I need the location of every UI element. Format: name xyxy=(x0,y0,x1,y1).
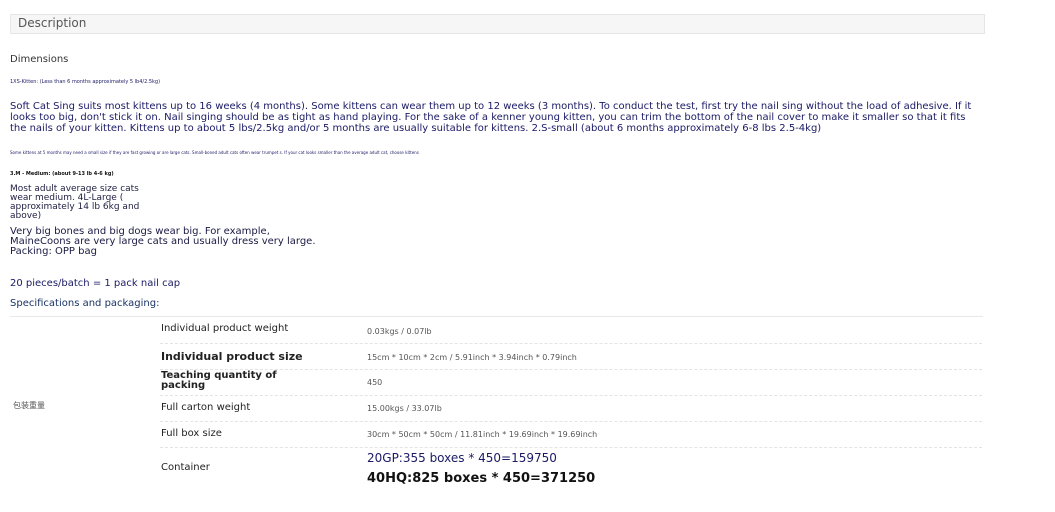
large-size-block: Very big bones and big dogs wear big. Fo… xyxy=(10,227,330,257)
spec-row-carton-weight: Full carton weight 15.00kgs / 33.07lb xyxy=(160,395,982,422)
specs-heading: Specifications and packaging: xyxy=(10,298,160,309)
dimensions-heading: Dimensions xyxy=(10,54,69,65)
spec-row-label: Container xyxy=(161,462,210,473)
kitten-size-note: 1XS-Kitten: (Less than 6 months approxim… xyxy=(10,79,161,85)
description-tab-label: Description xyxy=(18,16,87,30)
description-tab[interactable]: Description xyxy=(10,14,985,34)
packing-text: Packing: OPP bag xyxy=(10,246,97,257)
spec-row-label: Individual product weight xyxy=(161,323,289,334)
spec-row-value: 15.00kgs / 33.07lb xyxy=(367,404,442,413)
spec-row-label: Individual product size xyxy=(161,350,303,363)
spec-row-value: 0.03kgs / 0.07lb xyxy=(367,327,432,336)
spec-row-value: 15cm * 10cm * 2cm / 5.91inch * 3.94inch … xyxy=(367,353,577,362)
sizing-paragraph: Soft Cat Sing suits most kittens up to 1… xyxy=(10,101,972,134)
spec-row-box-size: Full box size 30cm * 50cm * 50cm / 11.81… xyxy=(160,421,982,448)
spec-row-label: Full carton weight xyxy=(161,402,251,413)
spec-row-size: Individual product size 15cm * 10cm * 2c… xyxy=(160,343,982,370)
batch-text: 20 pieces/batch = 1 pack nail cap xyxy=(10,278,181,289)
spec-row-label: Teaching quantity of packing xyxy=(161,370,277,391)
spec-row-value: 450 xyxy=(367,378,383,387)
small-size-note: Some kittens at 5 months may need a smal… xyxy=(10,150,419,155)
spec-row-weight: Individual product weight 0.03kgs / 0.07… xyxy=(160,317,982,344)
spec-row-quantity: Teaching quantity of packing 450 xyxy=(160,369,982,396)
medium-size-heading: 3.M - Medium: (about 9-13 lb 4-6 kg) xyxy=(10,171,114,177)
spec-row-container: Container 20GP:355 boxes * 450=159750 40… xyxy=(160,447,982,489)
container-40hq: 40HQ:825 boxes * 450=371250 xyxy=(367,471,596,486)
container-20gp: 20GP:355 boxes * 450=159750 xyxy=(367,451,557,465)
large-size-text: Very big bones and big dogs wear big. Fo… xyxy=(10,226,316,247)
spec-row-label: Full box size xyxy=(161,428,222,439)
spec-row-value: 30cm * 50cm * 50cm / 11.81inch * 19.69in… xyxy=(367,430,598,439)
specs-side-label: 包装重量 xyxy=(13,401,45,410)
adult-size-text: Most adult average size cats wear medium… xyxy=(10,184,140,221)
